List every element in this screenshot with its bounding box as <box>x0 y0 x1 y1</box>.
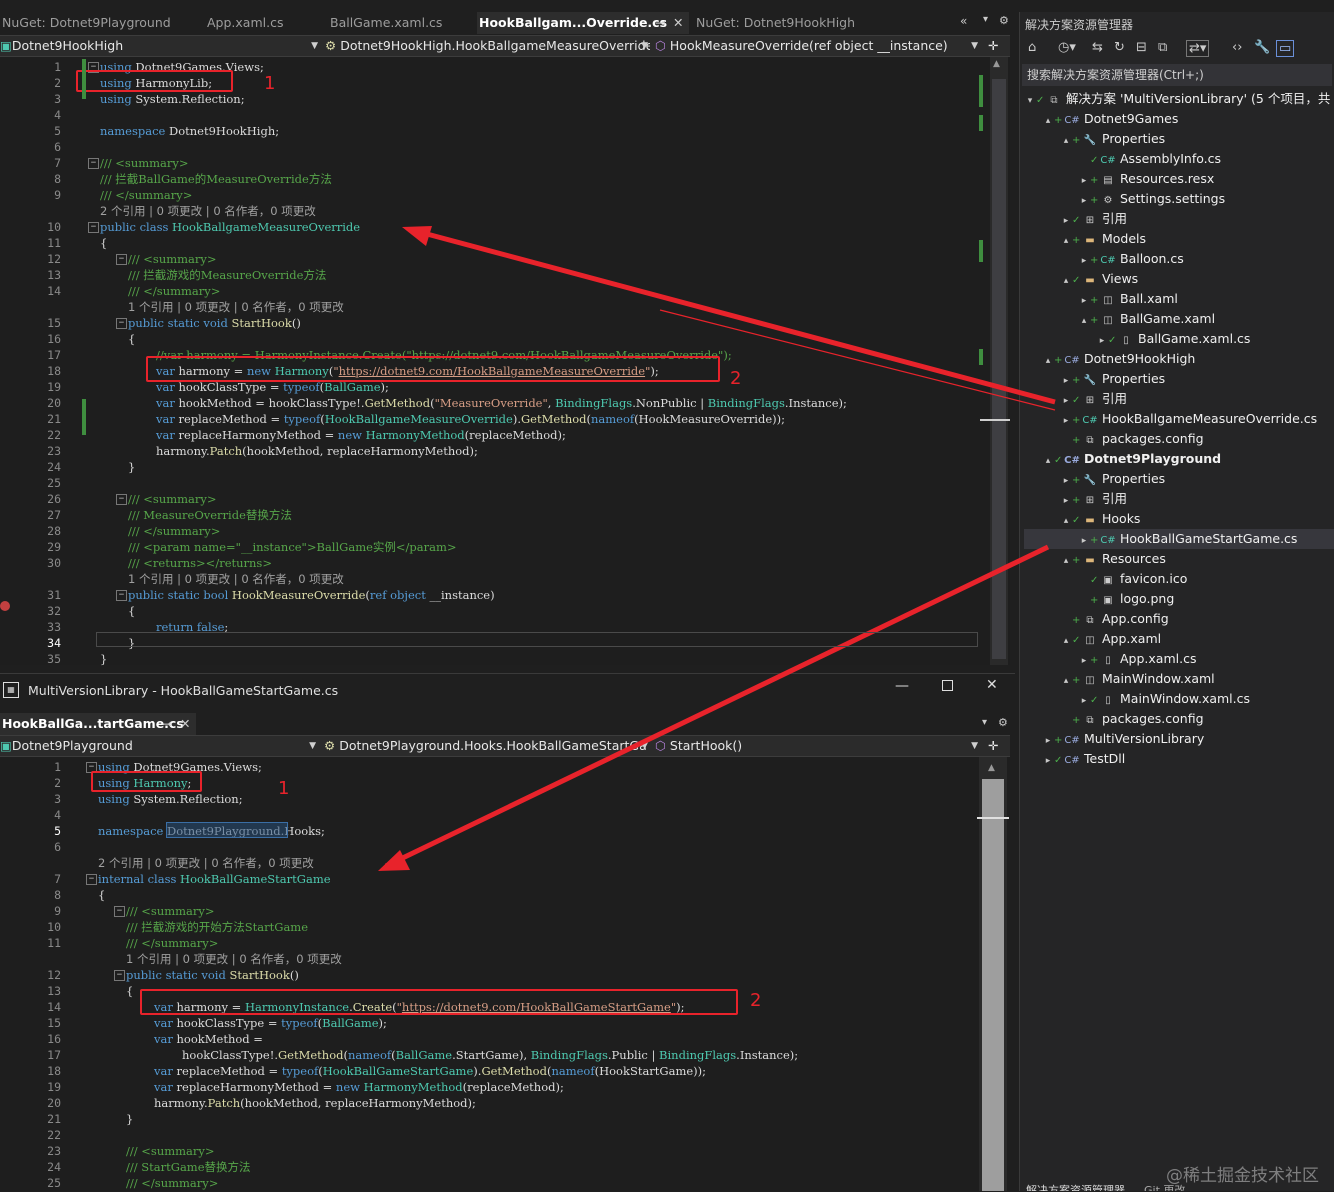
arrow-head <box>402 226 432 246</box>
change-marker <box>82 59 86 99</box>
change-marker <box>979 75 983 107</box>
change-marker <box>979 240 983 262</box>
change-marker <box>979 349 983 365</box>
current-line-indicator <box>96 632 978 647</box>
selection-highlight <box>166 822 288 838</box>
arrow-to-class <box>411 227 1056 405</box>
change-marker <box>979 115 983 131</box>
annotation-arrows <box>378 226 1056 871</box>
change-marker <box>82 399 86 435</box>
arrow-thin-to-class <box>659 309 1056 411</box>
arrow-head <box>378 850 410 871</box>
arrow-to-internal-class <box>384 544 1050 869</box>
breakpoint-icon[interactable] <box>0 601 10 611</box>
